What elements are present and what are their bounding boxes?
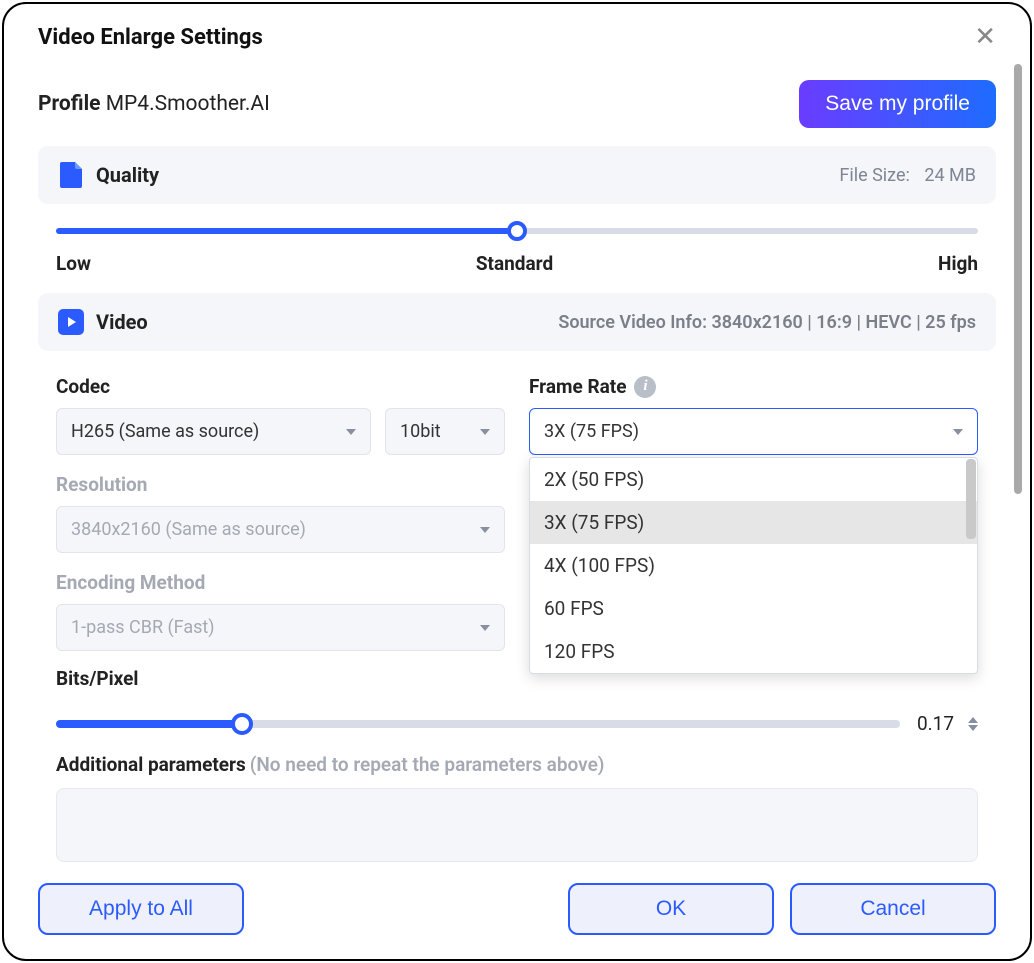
modal-footer: Apply to All OK Cancel bbox=[4, 865, 1030, 959]
quality-title: Quality bbox=[96, 163, 159, 187]
play-icon bbox=[58, 309, 84, 335]
frame-rate-select[interactable]: 3X (75 FPS) bbox=[529, 408, 978, 455]
chevron-down-icon bbox=[953, 429, 963, 435]
profile-label: Profile bbox=[38, 92, 100, 116]
quality-slider[interactable] bbox=[56, 228, 978, 234]
video-section-header: Video Source Video Info: 3840x2160 | 16:… bbox=[38, 293, 996, 351]
stepper-up-icon[interactable] bbox=[968, 717, 978, 723]
frame-rate-option[interactable]: 3X (75 FPS) bbox=[530, 501, 977, 544]
encoding-value: 1-pass CBR (Fast) bbox=[71, 617, 215, 638]
file-size-value: 24 MB bbox=[924, 165, 976, 186]
file-size: File Size: 24 MB bbox=[839, 165, 976, 186]
modal-title: Video Enlarge Settings bbox=[38, 25, 263, 50]
resolution-label: Resolution bbox=[56, 473, 505, 496]
quality-slider-thumb[interactable] bbox=[507, 221, 527, 241]
quality-label-standard: Standard bbox=[476, 252, 553, 275]
bits-pixel-stepper bbox=[968, 717, 978, 731]
chevron-down-icon bbox=[346, 429, 356, 435]
cancel-button[interactable]: Cancel bbox=[790, 883, 996, 935]
frame-rate-label: Frame Rate i bbox=[529, 375, 978, 398]
quality-label-low: Low bbox=[56, 252, 91, 275]
bits-pixel-thumb[interactable] bbox=[231, 713, 253, 735]
profile-row: Profile MP4.Smoother.AI Save my profile bbox=[38, 80, 996, 128]
source-video-info: Source Video Info: 3840x2160 | 16:9 | HE… bbox=[558, 312, 976, 333]
quality-label-high: High bbox=[938, 252, 978, 275]
scrollbar[interactable] bbox=[1014, 64, 1022, 494]
bits-pixel-row: 0.17 bbox=[38, 704, 996, 735]
encoding-select[interactable]: 1-pass CBR (Fast) bbox=[56, 604, 505, 651]
close-icon[interactable]: ✕ bbox=[974, 24, 996, 50]
apply-to-all-button[interactable]: Apply to All bbox=[38, 883, 244, 935]
chevron-down-icon bbox=[480, 429, 490, 435]
frame-rate-dropdown: 2X (50 FPS) 3X (75 FPS) 4X (100 FPS) 60 … bbox=[529, 457, 978, 674]
info-icon[interactable]: i bbox=[634, 376, 656, 398]
bit-depth-value: 10bit bbox=[400, 421, 441, 442]
settings-modal: Video Enlarge Settings ✕ Profile MP4.Smo… bbox=[2, 2, 1032, 961]
quality-slider-labels: Low Standard High bbox=[56, 252, 978, 275]
quality-section-header: Quality File Size: 24 MB bbox=[38, 146, 996, 204]
modal-header: Video Enlarge Settings ✕ bbox=[4, 4, 1030, 60]
codec-value: H265 (Same as source) bbox=[71, 421, 259, 442]
file-size-label: File Size: bbox=[839, 165, 909, 186]
chevron-down-icon bbox=[480, 625, 490, 631]
frame-rate-option[interactable]: 2X (50 FPS) bbox=[530, 458, 977, 501]
bits-pixel-slider[interactable] bbox=[56, 720, 900, 728]
video-title: Video bbox=[96, 310, 148, 334]
quality-slider-fill bbox=[56, 228, 517, 234]
dropdown-scrollbar[interactable] bbox=[966, 459, 976, 539]
bits-pixel-fill bbox=[56, 720, 242, 728]
additional-params-input[interactable] bbox=[56, 788, 978, 862]
ok-button[interactable]: OK bbox=[568, 883, 774, 935]
additional-label: Additional parameters bbox=[56, 753, 246, 776]
resolution-select[interactable]: 3840x2160 (Same as source) bbox=[56, 506, 505, 553]
resolution-value: 3840x2160 (Same as source) bbox=[71, 519, 306, 540]
file-icon bbox=[58, 162, 84, 188]
codec-label: Codec bbox=[56, 375, 505, 398]
additional-hint: (No need to repeat the parameters above) bbox=[250, 753, 605, 776]
modal-body: Profile MP4.Smoother.AI Save my profile … bbox=[4, 60, 1030, 865]
additional-params-row: Additional parameters (No need to repeat… bbox=[38, 735, 996, 776]
frame-rate-option[interactable]: 120 FPS bbox=[530, 630, 977, 673]
frame-rate-option[interactable]: 4X (100 FPS) bbox=[530, 544, 977, 587]
bits-pixel-value: 0.17 bbox=[914, 712, 954, 735]
video-body: Codec H265 (Same as source) 10bit Resolu… bbox=[38, 351, 996, 862]
profile-name: MP4.Smoother.AI bbox=[106, 92, 270, 116]
codec-select[interactable]: H265 (Same as source) bbox=[56, 408, 371, 455]
frame-rate-option[interactable]: 60 FPS bbox=[530, 587, 977, 630]
frame-rate-value: 3X (75 FPS) bbox=[544, 421, 639, 442]
chevron-down-icon bbox=[480, 527, 490, 533]
quality-body: Low Standard High bbox=[38, 204, 996, 293]
stepper-down-icon[interactable] bbox=[968, 725, 978, 731]
bit-depth-select[interactable]: 10bit bbox=[385, 408, 505, 455]
save-profile-button[interactable]: Save my profile bbox=[799, 80, 996, 128]
encoding-label: Encoding Method bbox=[56, 571, 505, 594]
profile-label-group: Profile MP4.Smoother.AI bbox=[38, 92, 270, 116]
